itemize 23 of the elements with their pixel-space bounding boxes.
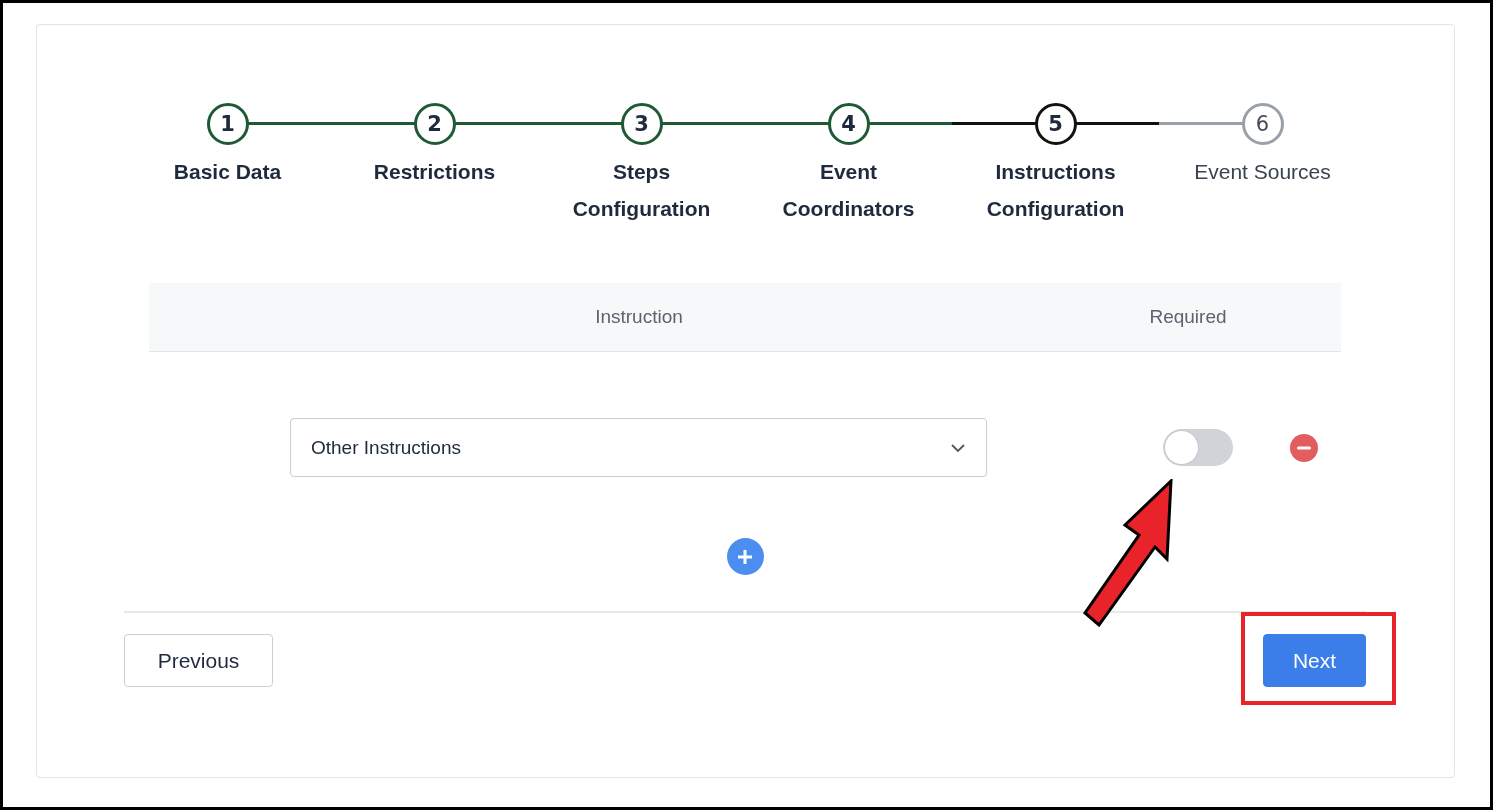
previous-button[interactable]: Previous xyxy=(124,634,273,687)
step-circle[interactable]: 2 xyxy=(413,103,456,145)
plus-icon xyxy=(737,548,753,565)
column-header: Required xyxy=(1148,306,1228,328)
step-label: Event Coordinators xyxy=(781,159,916,222)
step-circle[interactable]: 4 xyxy=(827,103,870,145)
add-button[interactable] xyxy=(726,538,764,575)
column-header: Instruction xyxy=(594,306,684,328)
instruction-select[interactable]: Other Instructions xyxy=(290,418,987,477)
step-label: Steps Configuration xyxy=(571,159,712,222)
remove-button[interactable] xyxy=(1290,433,1318,462)
minus-icon xyxy=(1297,445,1311,450)
chevron-down-icon xyxy=(950,442,966,453)
step-label: Event Sources xyxy=(1193,159,1332,185)
step-circle[interactable]: 5 xyxy=(1034,103,1077,145)
required-toggle[interactable] xyxy=(1163,429,1233,466)
step-circle[interactable]: 1 xyxy=(206,103,249,145)
step-circle[interactable]: 3 xyxy=(620,103,663,145)
next-button[interactable]: Next xyxy=(1263,634,1366,687)
step-label: Basic Data xyxy=(172,159,283,185)
step-label: Restrictions xyxy=(372,159,497,185)
step-circle[interactable]: 6 xyxy=(1241,103,1284,145)
step-label: Instructions Configuration xyxy=(985,159,1126,222)
